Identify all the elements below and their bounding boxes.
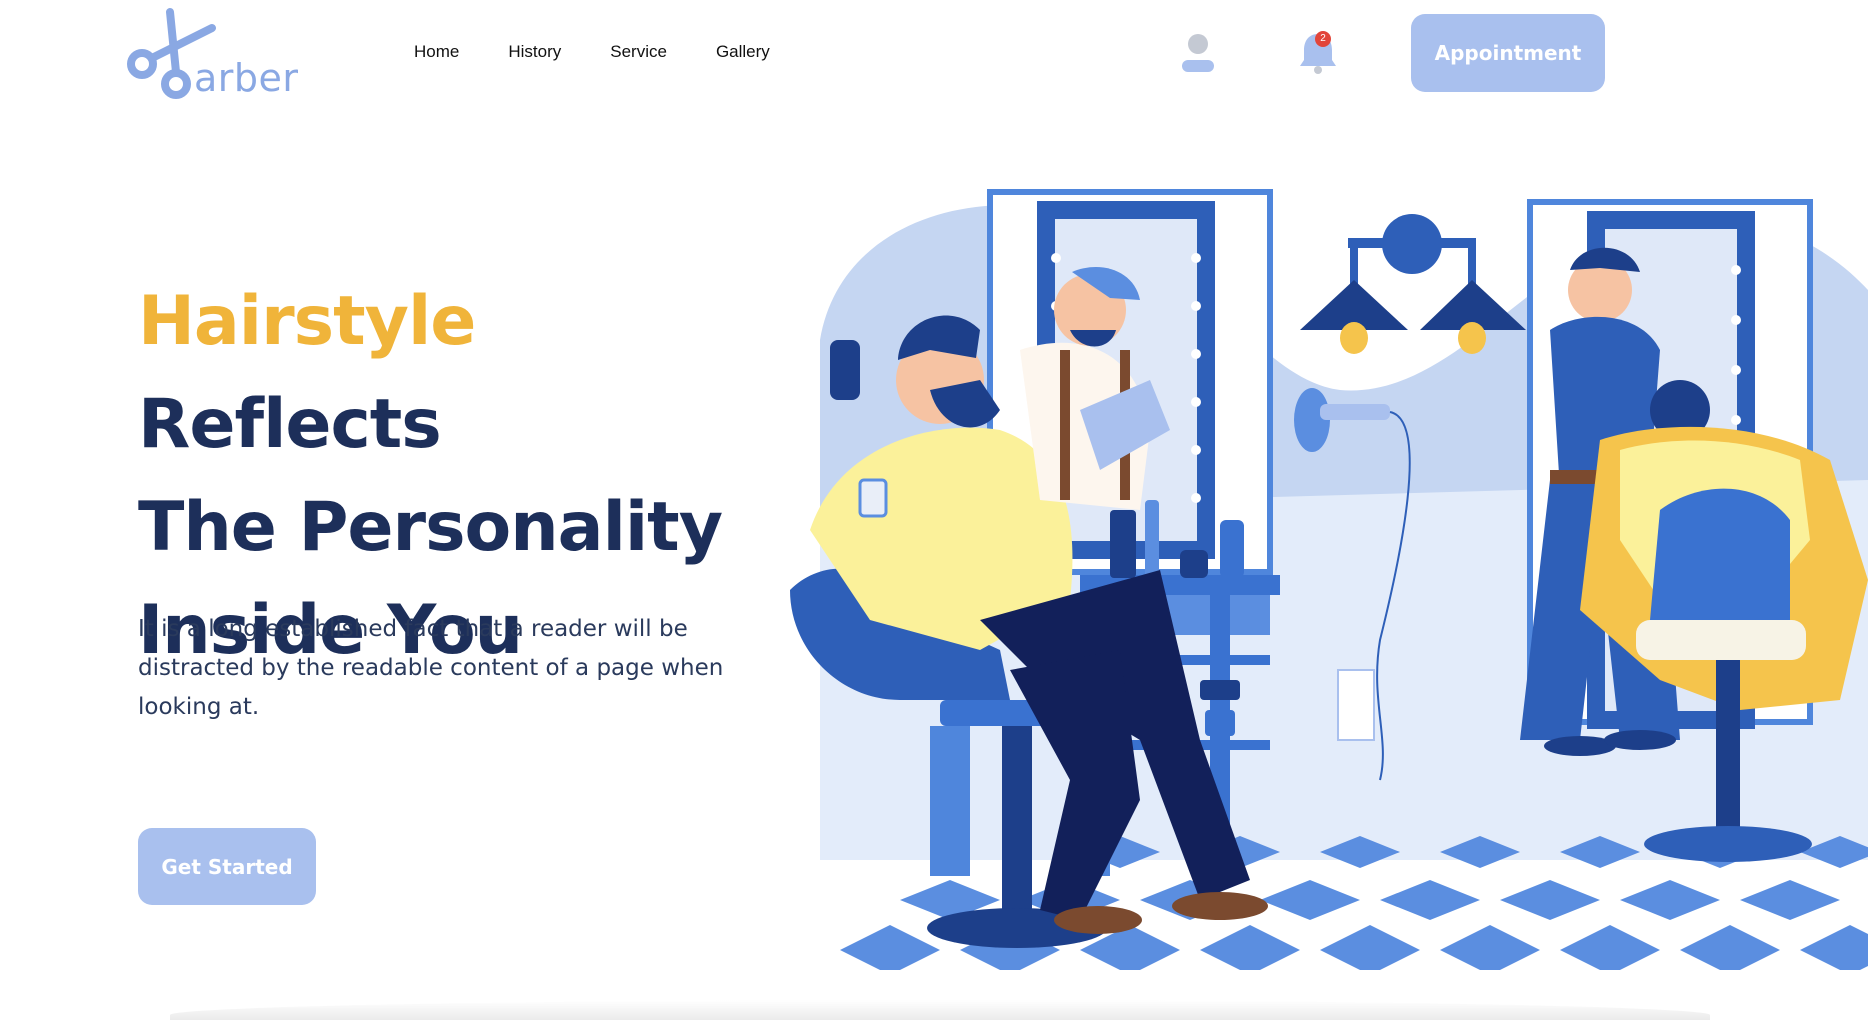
nav-link-history[interactable]: History (508, 42, 561, 62)
headline-rest: Reflects (138, 385, 442, 464)
notification-badge: 2 (1315, 31, 1331, 47)
section-divider-shadow (170, 1000, 1710, 1020)
nav-link-gallery[interactable]: Gallery (716, 42, 770, 62)
nav-link-home[interactable]: Home (414, 42, 459, 62)
nav-link-service[interactable]: Service (610, 42, 667, 62)
landing-page: arber Home History Service Gallery 2 App… (0, 0, 1868, 1020)
user-icon[interactable] (1178, 30, 1218, 76)
main-nav: Home History Service Gallery (414, 42, 819, 62)
get-started-button[interactable]: Get Started (138, 828, 316, 905)
logo-text: arber (194, 56, 299, 100)
headline-accent: Hairstyle (138, 282, 476, 361)
headline-line-2: The Personality (138, 488, 723, 567)
appointment-button[interactable]: Appointment (1411, 14, 1605, 92)
barbershop-illustration (790, 189, 1868, 970)
hero-description: It is a long established fact that a rea… (138, 616, 724, 720)
logo[interactable]: arber (126, 6, 299, 102)
